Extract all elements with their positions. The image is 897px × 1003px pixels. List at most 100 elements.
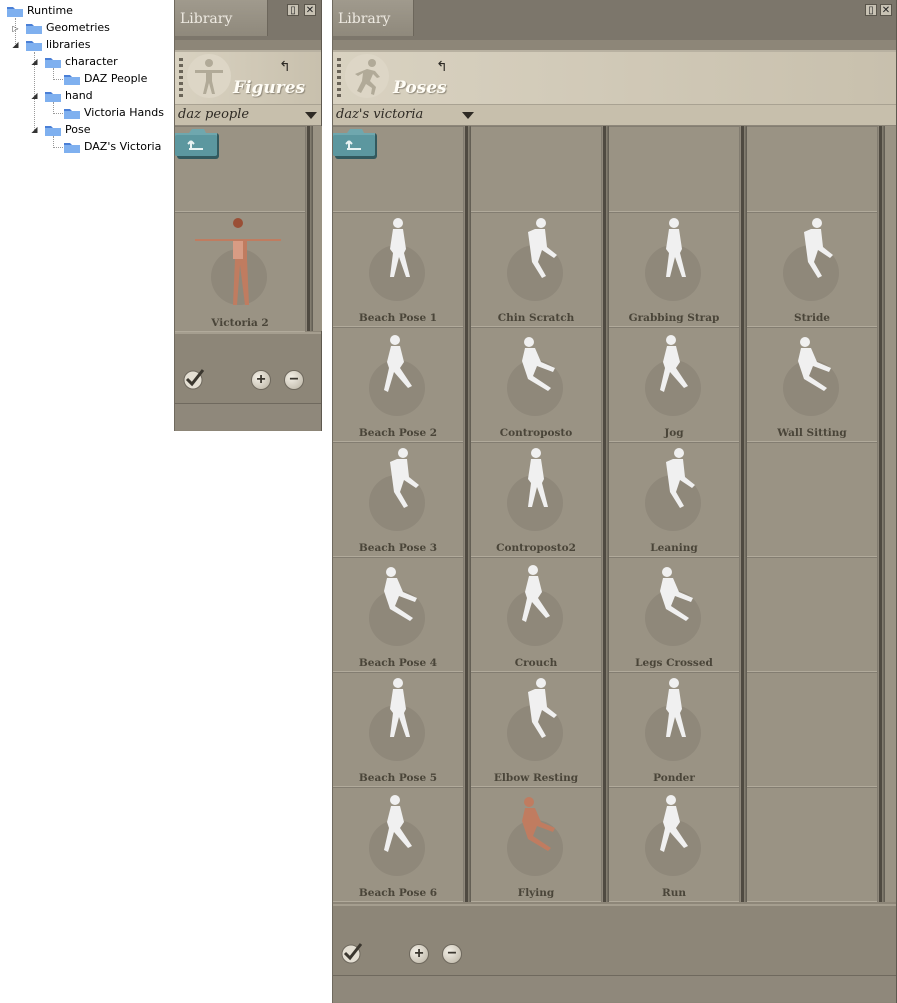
item-label: Beach Pose 6 <box>358 887 438 899</box>
column-splitter[interactable] <box>305 126 313 331</box>
tree-node-victoria-hands[interactable]: Victoria Hands <box>64 105 164 121</box>
tree-node-pose[interactable]: Pose <box>45 122 90 138</box>
library-tab[interactable]: Library <box>175 0 268 36</box>
tree-node-hand[interactable]: hand <box>45 88 93 104</box>
pose-item[interactable]: Beach Pose 1 <box>333 212 463 327</box>
item-label: Leaning <box>650 542 698 554</box>
pose-thumbnail <box>660 567 693 621</box>
caret-down-icon[interactable] <box>462 112 474 119</box>
figure-item[interactable]: Victoria 2 <box>175 212 305 332</box>
checkmark-icon[interactable] <box>341 942 365 964</box>
category-dropdown[interactable]: daz's victoria <box>333 105 896 126</box>
pose-item[interactable]: Chin Scratch <box>471 212 601 327</box>
pose-column: Chin Scratch Controposto Controposto2 Crouc… <box>471 126 601 902</box>
folder-icon <box>64 143 80 153</box>
close-button[interactable]: ✕ <box>880 4 892 16</box>
caret-down-icon[interactable] <box>305 112 317 119</box>
pose-item[interactable]: Leaning <box>609 442 739 557</box>
expand-toggle-icon[interactable]: ▷ <box>11 24 20 33</box>
minus-icon[interactable]: − <box>442 944 462 964</box>
tree-label: Victoria Hands <box>84 106 164 119</box>
minus-icon[interactable]: − <box>284 370 304 390</box>
item-label: Jog <box>664 427 684 439</box>
item-label: Controposto2 <box>496 542 576 554</box>
plus-icon[interactable]: + <box>409 944 429 964</box>
up-folder-icon[interactable] <box>333 127 377 159</box>
pose-item[interactable]: Ponder <box>609 672 739 787</box>
item-label: Beach Pose 3 <box>358 542 438 554</box>
pose-column: Stride Wall Sitting <box>747 126 877 902</box>
tree-node-daz-people[interactable]: DAZ People <box>64 71 147 87</box>
item-label: Run <box>662 887 686 899</box>
pose-item[interactable]: Run <box>609 787 739 902</box>
pose-thumbnail <box>522 337 555 391</box>
pose-item[interactable]: Beach Pose 5 <box>333 672 463 787</box>
empty-cell <box>609 126 739 212</box>
pose-item[interactable]: Jog <box>609 327 739 442</box>
pose-thumbnail <box>522 797 555 851</box>
tree-node-character[interactable]: character <box>45 54 118 70</box>
drag-handle-icon[interactable] <box>337 58 341 98</box>
up-folder-cell[interactable] <box>175 126 305 212</box>
return-arrow-icon[interactable]: ↰ <box>436 58 448 75</box>
drag-handle-icon[interactable] <box>179 58 183 98</box>
empty-cell <box>747 126 877 212</box>
dropdown-value: daz's victoria <box>336 107 424 122</box>
folder-icon <box>64 109 80 119</box>
folder-icon <box>45 92 61 102</box>
pose-thumbnail <box>384 335 412 392</box>
folder-icon <box>26 41 42 51</box>
folder-icon <box>64 75 80 85</box>
pose-item[interactable]: Beach Pose 2 <box>333 327 463 442</box>
pose-item[interactable]: Flying <box>471 787 601 902</box>
collapse-toggle-icon[interactable]: ◢ <box>30 57 39 66</box>
pose-item[interactable]: Legs Crossed <box>609 557 739 672</box>
dock-button[interactable]: ▯ <box>287 4 299 16</box>
column-splitter[interactable] <box>877 126 885 902</box>
column-splitter[interactable] <box>463 126 471 902</box>
pose-item[interactable]: Wall Sitting <box>747 327 877 442</box>
return-arrow-icon[interactable]: ↰ <box>279 58 291 75</box>
collapse-toggle-icon[interactable]: ◢ <box>30 91 39 100</box>
checkmark-icon[interactable] <box>183 368 207 390</box>
up-folder-icon[interactable] <box>175 127 219 159</box>
pose-item[interactable]: Beach Pose 6 <box>333 787 463 902</box>
figures-library-panel: Library ▯ ✕ Figures ↰ daz people Victori… <box>174 0 322 431</box>
close-button[interactable]: ✕ <box>304 4 316 16</box>
pose-thumbnail <box>660 795 688 852</box>
pose-thumbnail <box>666 448 695 508</box>
item-label: Beach Pose 2 <box>358 427 438 439</box>
plus-icon[interactable]: + <box>251 370 271 390</box>
pose-thumbnail <box>390 448 419 508</box>
category-dropdown[interactable]: daz people <box>175 105 321 126</box>
column-splitter[interactable] <box>601 126 609 902</box>
pose-item[interactable]: Grabbing Strap <box>609 212 739 327</box>
pose-thumbnail <box>390 678 410 737</box>
pose-item[interactable]: Stride <box>747 212 877 327</box>
column-splitter[interactable] <box>739 126 747 902</box>
tree-label: character <box>65 55 118 68</box>
pose-thumbnail <box>384 795 412 852</box>
tree-node-dazs-victoria[interactable]: DAZ's Victoria <box>64 139 161 155</box>
pose-item[interactable]: Crouch <box>471 557 601 672</box>
collapse-toggle-icon[interactable]: ◢ <box>30 125 39 134</box>
category-banner: Poses ↰ <box>333 50 896 106</box>
tree-node-geometries[interactable]: Geometries <box>26 20 110 36</box>
pose-item[interactable]: Controposto2 <box>471 442 601 557</box>
tree-node-libraries[interactable]: libraries <box>26 37 90 53</box>
pose-item[interactable]: Elbow Resting <box>471 672 601 787</box>
item-label: Controposto <box>499 427 573 439</box>
pose-thumbnail <box>390 218 410 277</box>
pose-thumbnail <box>660 335 688 392</box>
status-bar <box>333 975 896 1002</box>
dock-button[interactable]: ▯ <box>865 4 877 16</box>
collapse-toggle-icon[interactable]: ◢ <box>11 40 20 49</box>
tree-node-runtime[interactable]: Runtime <box>7 3 73 19</box>
pose-item[interactable]: Beach Pose 4 <box>333 557 463 672</box>
library-tab[interactable]: Library <box>333 0 414 36</box>
pose-thumbnail <box>804 218 833 278</box>
category-label: Poses <box>393 78 447 98</box>
pose-item[interactable]: Controposto <box>471 327 601 442</box>
up-folder-cell[interactable] <box>333 126 463 212</box>
pose-item[interactable]: Beach Pose 3 <box>333 442 463 557</box>
